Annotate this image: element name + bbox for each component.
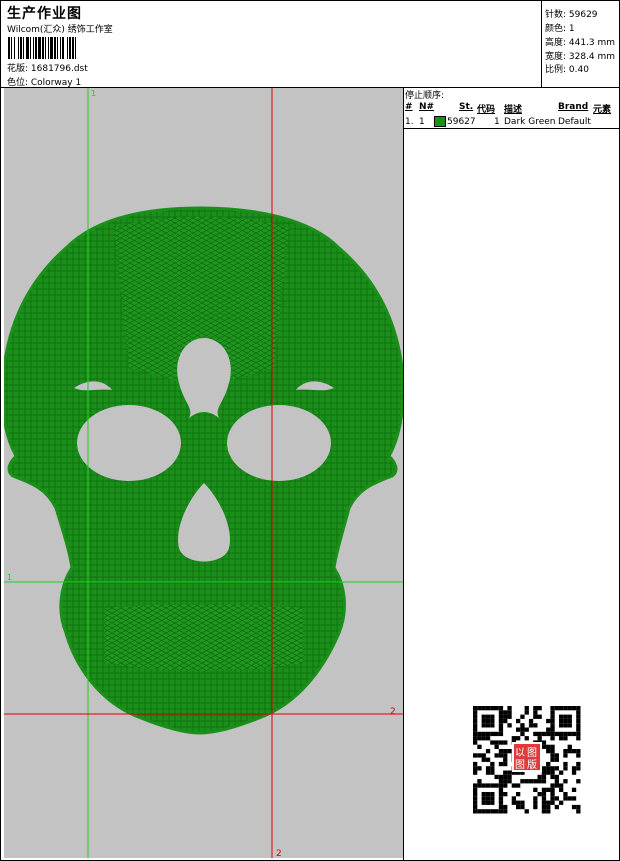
design-height: 高度: 441.3 mm [545,38,616,48]
skull-embroidery: 1 1 2 2 [4,88,403,858]
design-width: 宽度: 328.4 mm [545,52,616,62]
row-description: Dark Green [504,117,556,127]
col-needle-header: N# [419,102,435,112]
col-brand-header: Brand [558,102,589,112]
row-needle: 1 [419,117,425,127]
skull-shape [4,206,403,735]
svg-text:图: 图 [527,747,537,759]
stitch-count: 针数: 59629 [545,10,598,20]
color-count: 颜色: 1 [545,24,575,34]
row-stitches: 59627 [447,117,476,127]
svg-text:以: 以 [515,748,525,759]
green-top-label: 1 [91,89,96,98]
page-title: 生产作业图 [7,6,82,22]
svg-text:版: 版 [527,758,537,771]
green-left-label: 1 [7,573,12,582]
row-code: 1 [494,117,500,127]
table-bottom-line [403,128,620,129]
row-brand: Default [558,117,591,127]
design-scale: 比例: 0.40 [545,65,589,75]
design-file: 花版: 1681796.dst [7,64,88,74]
col-description-header: 描述 [504,105,523,115]
red-bottom-label: 2 [276,849,282,858]
row-number: 1. [405,117,414,127]
svg-text:图: 图 [515,759,525,771]
canvas-divider [403,87,404,861]
stats-divider [541,0,542,88]
col-element-header: 元素 [593,105,612,115]
company-name: Wilcom(汇众) 绣饰工作室 [7,25,113,35]
col-number-header: # [405,102,413,112]
col-stitches-header: St. [459,102,474,112]
stop-sequence-title: 停止顺序: [405,91,445,101]
red-right-label: 2 [390,707,396,717]
qr-code-icon: 以图图版 [473,706,581,814]
colorway: 色位: Colorway 1 [7,78,82,88]
col-code-header: 代码 [477,105,496,115]
barcode [8,37,76,59]
design-canvas[interactable]: 1 1 2 2 [4,88,403,858]
color-swatch [434,116,446,127]
